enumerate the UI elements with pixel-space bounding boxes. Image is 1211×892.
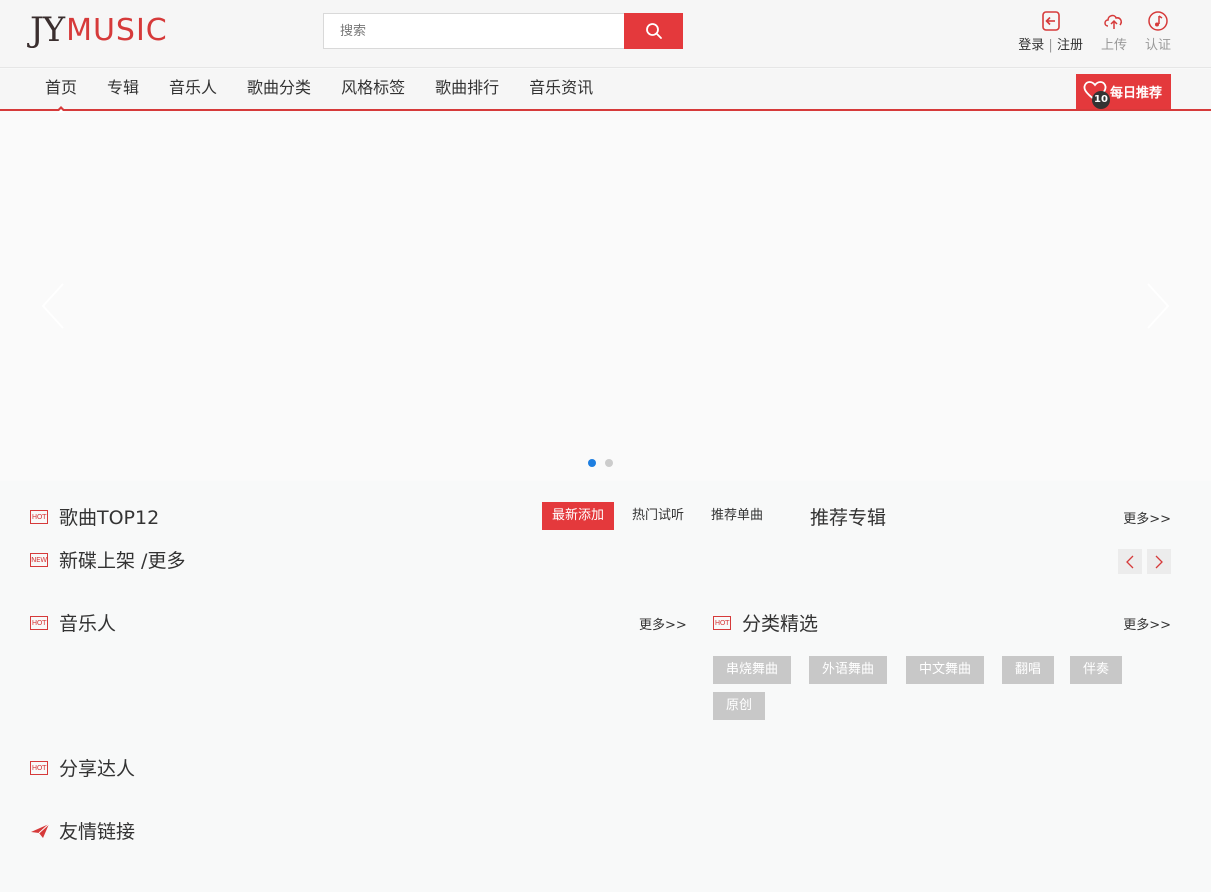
section-sharers: HOT 分享达人: [30, 754, 135, 781]
categories-more-link[interactable]: 更多>>: [1123, 614, 1171, 633]
search-box: [323, 13, 625, 49]
section-musicians-title: 音乐人: [59, 613, 117, 635]
music-note-icon: [1148, 11, 1168, 31]
section-categories: HOT 分类精选: [713, 609, 818, 636]
nav-item-albums[interactable]: 专辑: [92, 69, 154, 109]
tab-latest[interactable]: 最新添加: [542, 502, 615, 530]
albums-more-link[interactable]: 更多>>: [1123, 508, 1171, 527]
category-tag[interactable]: 原创: [713, 692, 766, 720]
daily-label: 每日推荐: [1110, 86, 1163, 101]
section-links: 友情链接: [30, 817, 135, 844]
section-sharers-title: 分享达人: [59, 758, 136, 780]
nav-item-categories[interactable]: 歌曲分类: [232, 69, 326, 109]
section-top12: HOT 歌曲TOP12: [30, 503, 159, 530]
login-icon[interactable]: [1040, 10, 1062, 32]
section-top12-title: 歌曲TOP12: [59, 507, 160, 529]
section-links-title: 友情链接: [59, 821, 136, 843]
nav-item-home[interactable]: 首页: [30, 69, 92, 113]
banner-carousel: [0, 111, 1211, 481]
daily-recommend-button[interactable]: 10 每日推荐: [1076, 74, 1171, 109]
musicians-more-link[interactable]: 更多>>: [639, 614, 687, 633]
chevron-left-icon: [41, 283, 64, 329]
user-actions: 登录 | 注册 上传 认证: [1000, 10, 1171, 53]
register-link[interactable]: 注册: [1057, 38, 1083, 53]
search-button[interactable]: [624, 13, 683, 49]
upload-action[interactable]: 上传: [1101, 10, 1127, 53]
certify-label: 认证: [1144, 38, 1171, 53]
carousel-next-button[interactable]: [1143, 281, 1173, 331]
tab-hot[interactable]: 热门试听: [632, 502, 684, 530]
certify-action[interactable]: 认证: [1145, 10, 1171, 53]
heart-icon: 10: [1082, 79, 1110, 109]
category-tag[interactable]: 外语舞曲: [809, 656, 888, 684]
section-new-release-title[interactable]: 新碟上架 /更多: [59, 546, 185, 573]
chevron-left-icon: [1126, 555, 1134, 568]
upload-label: 上传: [1100, 38, 1127, 53]
hot-icon: HOT: [30, 509, 48, 524]
chevron-right-icon: [1155, 555, 1163, 568]
category-tag[interactable]: 串烧舞曲: [713, 656, 792, 684]
cloud-upload-icon: [1104, 14, 1122, 29]
nav-item-musicians[interactable]: 音乐人: [154, 69, 232, 109]
logo[interactable]: JY MUSIC: [30, 10, 168, 50]
login-link[interactable]: 登录: [1018, 38, 1044, 53]
login-register: 登录 | 注册: [1018, 10, 1083, 53]
main-nav: 首页 专辑 音乐人 歌曲分类 风格标签 歌曲排行 音乐资讯 10 每日推荐: [0, 69, 1211, 113]
header: JY MUSIC 登录 | 注册: [0, 0, 1211, 68]
albums-prev-button[interactable]: [1118, 549, 1142, 574]
nav-item-news[interactable]: 音乐资讯: [514, 69, 608, 109]
nav-item-rankings[interactable]: 歌曲排行: [420, 69, 514, 109]
category-tag[interactable]: 翻唱: [1002, 656, 1055, 684]
carousel-prev-button[interactable]: [38, 281, 68, 331]
login-register-label: 登录 | 注册: [1018, 34, 1083, 53]
section-new-release: NEW 新碟上架 /更多: [30, 546, 185, 573]
albums-next-button[interactable]: [1147, 549, 1171, 574]
tab-recommended[interactable]: 推荐单曲: [711, 502, 763, 530]
logo-jy: JY: [30, 10, 65, 50]
hot-icon: HOT: [30, 615, 48, 630]
carousel-dot[interactable]: [605, 459, 613, 467]
new-icon: NEW: [30, 552, 48, 567]
chevron-right-icon: [1147, 283, 1170, 329]
hot-icon: HOT: [30, 760, 48, 775]
logo-music: MUSIC: [66, 12, 168, 48]
category-tag[interactable]: 中文舞曲: [906, 656, 985, 684]
search-icon: [645, 23, 662, 39]
section-categories-title: 分类精选: [742, 613, 819, 635]
nav-item-style-tags[interactable]: 风格标签: [326, 69, 420, 109]
category-tag[interactable]: 伴奏: [1070, 656, 1123, 684]
section-albums: 推荐专辑: [810, 503, 886, 530]
carousel-dots: [588, 459, 613, 467]
carousel-dot[interactable]: [588, 459, 596, 467]
paper-plane-icon: [31, 823, 50, 838]
login-separator: |: [1048, 38, 1053, 53]
hot-icon: HOT: [713, 615, 731, 630]
section-musicians: HOT 音乐人: [30, 609, 116, 636]
search-input[interactable]: [324, 14, 625, 48]
nav-list: 首页 专辑 音乐人 歌曲分类 风格标签 歌曲排行 音乐资讯: [30, 69, 608, 113]
section-albums-title: 推荐专辑: [810, 507, 887, 529]
daily-count-badge: 10: [1092, 90, 1110, 109]
